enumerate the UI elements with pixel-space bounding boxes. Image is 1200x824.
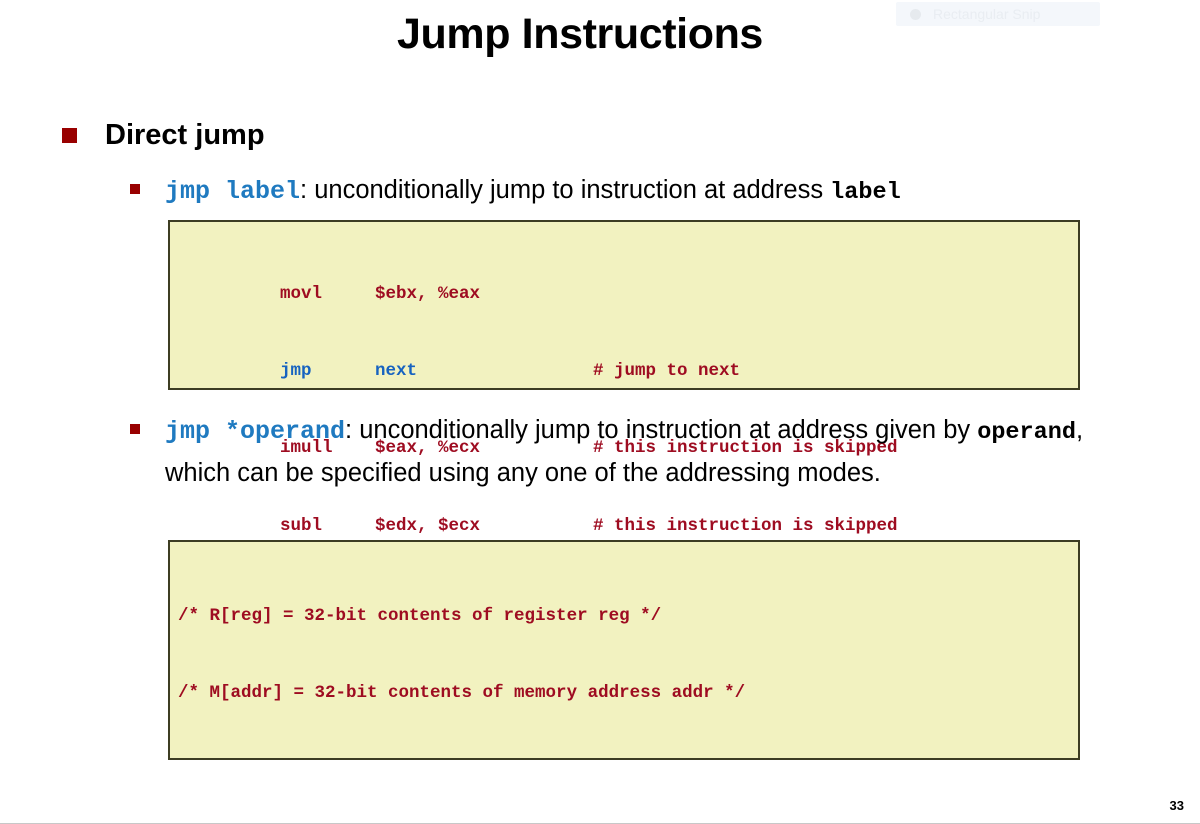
bullet-level2-b-text: jmp *operand: unconditionally jump to in…	[165, 410, 1090, 493]
inline-code-jmp-operand: jmp *operand	[165, 417, 346, 446]
bullet-level1-label: Direct jump	[105, 119, 265, 151]
code-block-indirect-jump: /* R[reg] = 32-bit contents of register …	[168, 540, 1080, 760]
inline-code-label: label	[830, 179, 901, 206]
slide-canvas: Rectangular Snip Jump Instructions Direc…	[0, 0, 1200, 824]
bullet-level1-direct-jump: Direct jump	[62, 119, 265, 152]
square-bullet-icon	[62, 128, 77, 143]
code-block-direct-jump: movl $ebx, %eax jmp next # jump to next imu…	[168, 220, 1080, 691]
inline-code-jmp-label: jmp label	[165, 177, 301, 206]
page-number: 33	[1169, 798, 1184, 813]
square-bullet-icon	[130, 184, 140, 194]
code-line: jmp next # jump to next	[280, 360, 741, 381]
bullet-level2-a-text: jmp label: unconditionally jump to instr…	[165, 170, 901, 213]
code-comment-line: /* M[addr] = 32-bit contents of memory a…	[178, 682, 746, 703]
code-line: movl $ebx, %eax	[280, 283, 481, 304]
inline-code-operand: operand	[977, 419, 1076, 446]
bullet-level2-jmp-label: jmp label: unconditionally jump to instr…	[130, 170, 1110, 213]
square-bullet-icon	[130, 424, 140, 434]
page-title: Jump Instructions	[397, 10, 763, 58]
code-spacer	[170, 758, 1078, 784]
code-comment-line: /* R[reg] = 32-bit contents of register …	[178, 605, 662, 626]
code-line: subl $edx, $ecx # this instruction is skip…	[280, 515, 898, 536]
bullet-a-prose: : unconditionally jump to instruction at…	[300, 176, 831, 204]
bullet-b-prose: : unconditionally jump to instruction at…	[345, 416, 978, 444]
bullet-level2-jmp-operand: jmp *operand: unconditionally jump to in…	[130, 410, 1090, 493]
